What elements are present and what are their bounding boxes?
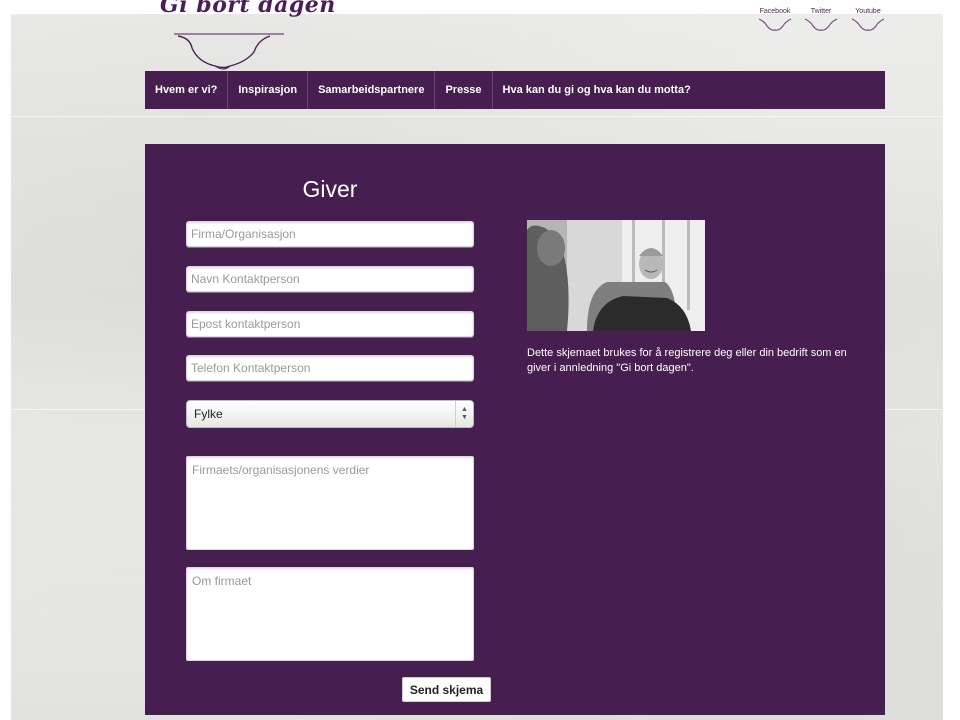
county-select-value: Fylke	[194, 407, 223, 421]
twitter-link[interactable]: Twitter	[800, 8, 842, 32]
send-form-button[interactable]: Send skjema	[402, 677, 491, 702]
nav-item-samarbeidspartnere[interactable]: Samarbeidspartnere	[308, 71, 436, 109]
contact-email-input[interactable]	[186, 311, 474, 337]
paper-crease	[11, 116, 943, 117]
nav-item-presse[interactable]: Presse	[435, 71, 493, 109]
county-select[interactable]: Fylke ▲ ▼	[186, 400, 474, 428]
facebook-label: Facebook	[759, 8, 791, 15]
contact-name-input[interactable]	[186, 266, 474, 292]
giver-photo	[527, 220, 705, 331]
nav-item-hva-kan-du-gi[interactable]: Hva kan du gi og hva kan du motta?	[493, 71, 701, 109]
main-nav: Hvem er vi? Inspirasjon Samarbeidspartne…	[145, 71, 885, 109]
select-arrows-icon: ▲ ▼	[455, 401, 473, 427]
nav-item-hvem-er-vi[interactable]: Hvem er vi?	[145, 71, 229, 109]
contact-phone-input[interactable]	[186, 355, 474, 381]
youtube-label: Youtube	[855, 8, 881, 15]
logo-ribbon-icon	[174, 33, 284, 70]
form-description: Dette skjemaet brukes for å registrere d…	[527, 347, 847, 374]
facebook-link[interactable]: Facebook	[754, 8, 796, 32]
site-logo[interactable]: Gi bort dagen	[160, 0, 335, 72]
twitter-badge-icon	[804, 18, 838, 31]
company-input[interactable]	[186, 221, 474, 247]
about-company-textarea[interactable]	[186, 567, 474, 661]
nav-item-inspirasjon[interactable]: Inspirasjon	[228, 71, 309, 109]
youtube-link[interactable]: Youtube	[847, 8, 889, 32]
form-title: Giver	[302, 176, 358, 202]
youtube-badge-icon	[851, 18, 885, 31]
photo-two-people-icon	[527, 220, 705, 331]
twitter-label: Twitter	[810, 8, 832, 15]
values-textarea[interactable]	[186, 456, 474, 550]
facebook-badge-icon	[758, 18, 792, 31]
